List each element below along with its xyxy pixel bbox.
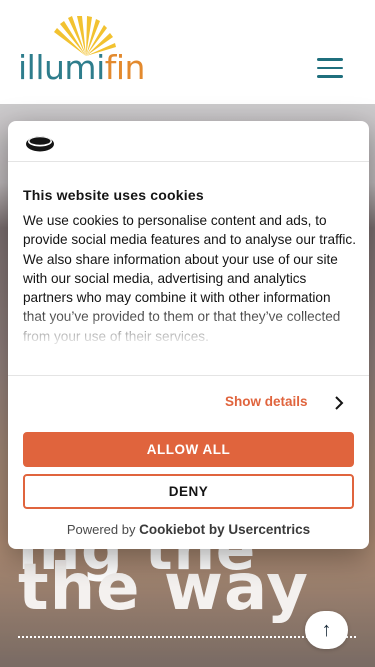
show-details-link[interactable]: Show details <box>225 394 308 409</box>
powered-by-label: Powered by <box>66 522 136 537</box>
deny-button[interactable]: DENY <box>23 474 354 509</box>
dialog-title: This website uses cookies <box>23 187 204 203</box>
hero-heading-line2: the way <box>18 551 309 625</box>
site-header: illumifin <box>0 0 375 104</box>
dialog-divider <box>8 375 369 376</box>
dialog-divider <box>8 161 369 162</box>
logo-wordmark: illumifin <box>18 48 145 87</box>
cookie-consent-dialog: This website uses cookies We use cookies… <box>8 121 369 549</box>
cookiebot-brand[interactable]: Cookiebot by Usercentrics <box>139 522 310 537</box>
allow-all-button[interactable]: ALLOW ALL <box>23 432 354 467</box>
scroll-to-top-button[interactable]: ↑ <box>305 611 348 649</box>
powered-by-footer[interactable]: Powered by Cookiebot by Usercentrics <box>8 522 369 537</box>
arrow-up-icon: ↑ <box>321 618 332 641</box>
illumifin-logo[interactable]: illumifin <box>18 16 168 86</box>
body-fade-overlay <box>8 306 369 364</box>
chevron-right-icon[interactable] <box>331 395 347 411</box>
cookiebot-logo-icon <box>26 136 54 152</box>
hamburger-menu-icon[interactable] <box>317 58 343 78</box>
